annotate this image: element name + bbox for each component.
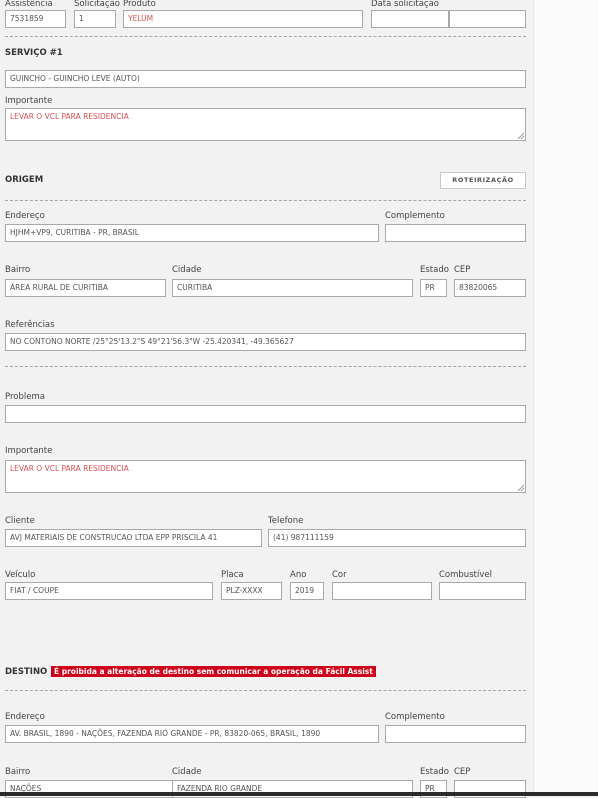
data-solicitacao-field[interactable] xyxy=(371,10,449,28)
data-solicitacao-label: Data solicitação xyxy=(371,0,440,9)
origem-cep-label: CEP xyxy=(454,265,471,275)
origem-estado-field[interactable]: PR xyxy=(420,279,447,297)
destino-warning-badge: É proibida a alteração de destino sem co… xyxy=(51,666,376,677)
divider xyxy=(5,36,526,37)
divider xyxy=(5,366,526,367)
origem-cidade-label: Cidade xyxy=(172,265,202,275)
assistencia-field[interactable]: 7531859 xyxy=(5,10,66,28)
origem-bairro-label: Bairro xyxy=(5,265,31,275)
cor-field[interactable] xyxy=(332,582,432,600)
origem-bairro-field[interactable]: ÁREA RURAL DE CURITIBA xyxy=(5,279,166,297)
cliente-label: Cliente xyxy=(5,516,35,526)
destino-cep-label: CEP xyxy=(454,767,471,777)
hora-solicitacao-field[interactable] xyxy=(449,10,526,28)
destino-title: DESTINO xyxy=(5,667,48,677)
produto-label: Produto xyxy=(123,0,156,9)
placa-label: Placa xyxy=(221,570,244,580)
veiculo-label: Veículo xyxy=(5,570,36,580)
destino-complemento-label: Complemento xyxy=(385,712,445,722)
destino-endereco-label: Endereço xyxy=(5,712,45,722)
problema-importante-text: LEVAR O VCL PARA RESIDENCIA xyxy=(10,464,129,473)
combustivel-label: Combustível xyxy=(439,570,492,580)
origem-endereco-label: Endereço xyxy=(5,211,45,221)
service-form: Assistência 7531859 Solicitação 1 Produt… xyxy=(0,0,533,798)
origem-title: ORIGEM xyxy=(5,175,44,185)
cliente-field[interactable]: AVJ MATERIAIS DE CONSTRUCAO LTDA EPP PRI… xyxy=(5,529,262,547)
resize-handle-icon[interactable] xyxy=(518,485,524,491)
destino-cidade-label: Cidade xyxy=(172,767,202,777)
origem-complemento-field[interactable] xyxy=(385,224,526,242)
veiculo-field[interactable]: FIAT / COUPE xyxy=(5,582,213,600)
produto-field[interactable]: YELUM xyxy=(123,10,363,28)
destino-bairro-label: Bairro xyxy=(5,767,31,777)
origem-cidade-field[interactable]: CURITIBA xyxy=(172,279,413,297)
origem-referencias-field[interactable]: NO CONTONO NORTE /25°25'13.2"S 49°21'56.… xyxy=(5,333,526,351)
problema-label: Problema xyxy=(5,392,45,402)
origem-cep-field[interactable]: 83820065 xyxy=(454,279,526,297)
solicitacao-label: Solicitação xyxy=(74,0,120,9)
side-panel xyxy=(533,0,598,796)
placa-field[interactable]: PLZ-XXXX xyxy=(221,582,282,600)
divider xyxy=(5,690,526,691)
ano-label: Ano xyxy=(290,570,307,580)
telefone-field[interactable]: (41) 987111159 xyxy=(268,529,526,547)
servico-importante-textarea[interactable]: LEVAR O VCL PARA RESIDENCIA xyxy=(5,108,526,141)
destino-estado-label: Estado xyxy=(420,767,449,777)
roteirizacao-button[interactable]: ROTEIRIZAÇÃO xyxy=(440,172,526,189)
resize-handle-icon[interactable] xyxy=(518,133,524,139)
servico-importante-label: Importante xyxy=(5,96,53,106)
destino-endereco-field[interactable]: AV. BRASIL, 1890 - NAÇÕES, FAZENDA RIO G… xyxy=(5,725,379,743)
divider xyxy=(5,200,526,201)
origem-referencias-label: Referências xyxy=(5,320,55,330)
combustivel-field[interactable] xyxy=(439,582,526,600)
bottom-bar xyxy=(0,792,598,796)
servico-tipo-field[interactable]: GUINCHO - GUINCHO LEVE (AUTO) xyxy=(5,70,526,88)
problema-importante-textarea[interactable]: LEVAR O VCL PARA RESIDENCIA xyxy=(5,460,526,493)
problema-importante-label: Importante xyxy=(5,446,53,456)
destino-complemento-field[interactable] xyxy=(385,725,526,743)
origem-estado-label: Estado xyxy=(420,265,449,275)
problema-field[interactable] xyxy=(5,405,526,423)
origem-complemento-label: Complemento xyxy=(385,211,445,221)
cor-label: Cor xyxy=(332,570,347,580)
servico-title: SERVIÇO #1 xyxy=(5,48,63,58)
origem-endereco-field[interactable]: HJHM+VP9, CURITIBA - PR, BRASIL xyxy=(5,224,379,242)
telefone-label: Telefone xyxy=(268,516,304,526)
assistencia-label: Assistência xyxy=(5,0,53,9)
servico-importante-text: LEVAR O VCL PARA RESIDENCIA xyxy=(10,112,129,121)
solicitacao-field[interactable]: 1 xyxy=(74,10,116,28)
ano-field[interactable]: 2019 xyxy=(290,582,324,600)
